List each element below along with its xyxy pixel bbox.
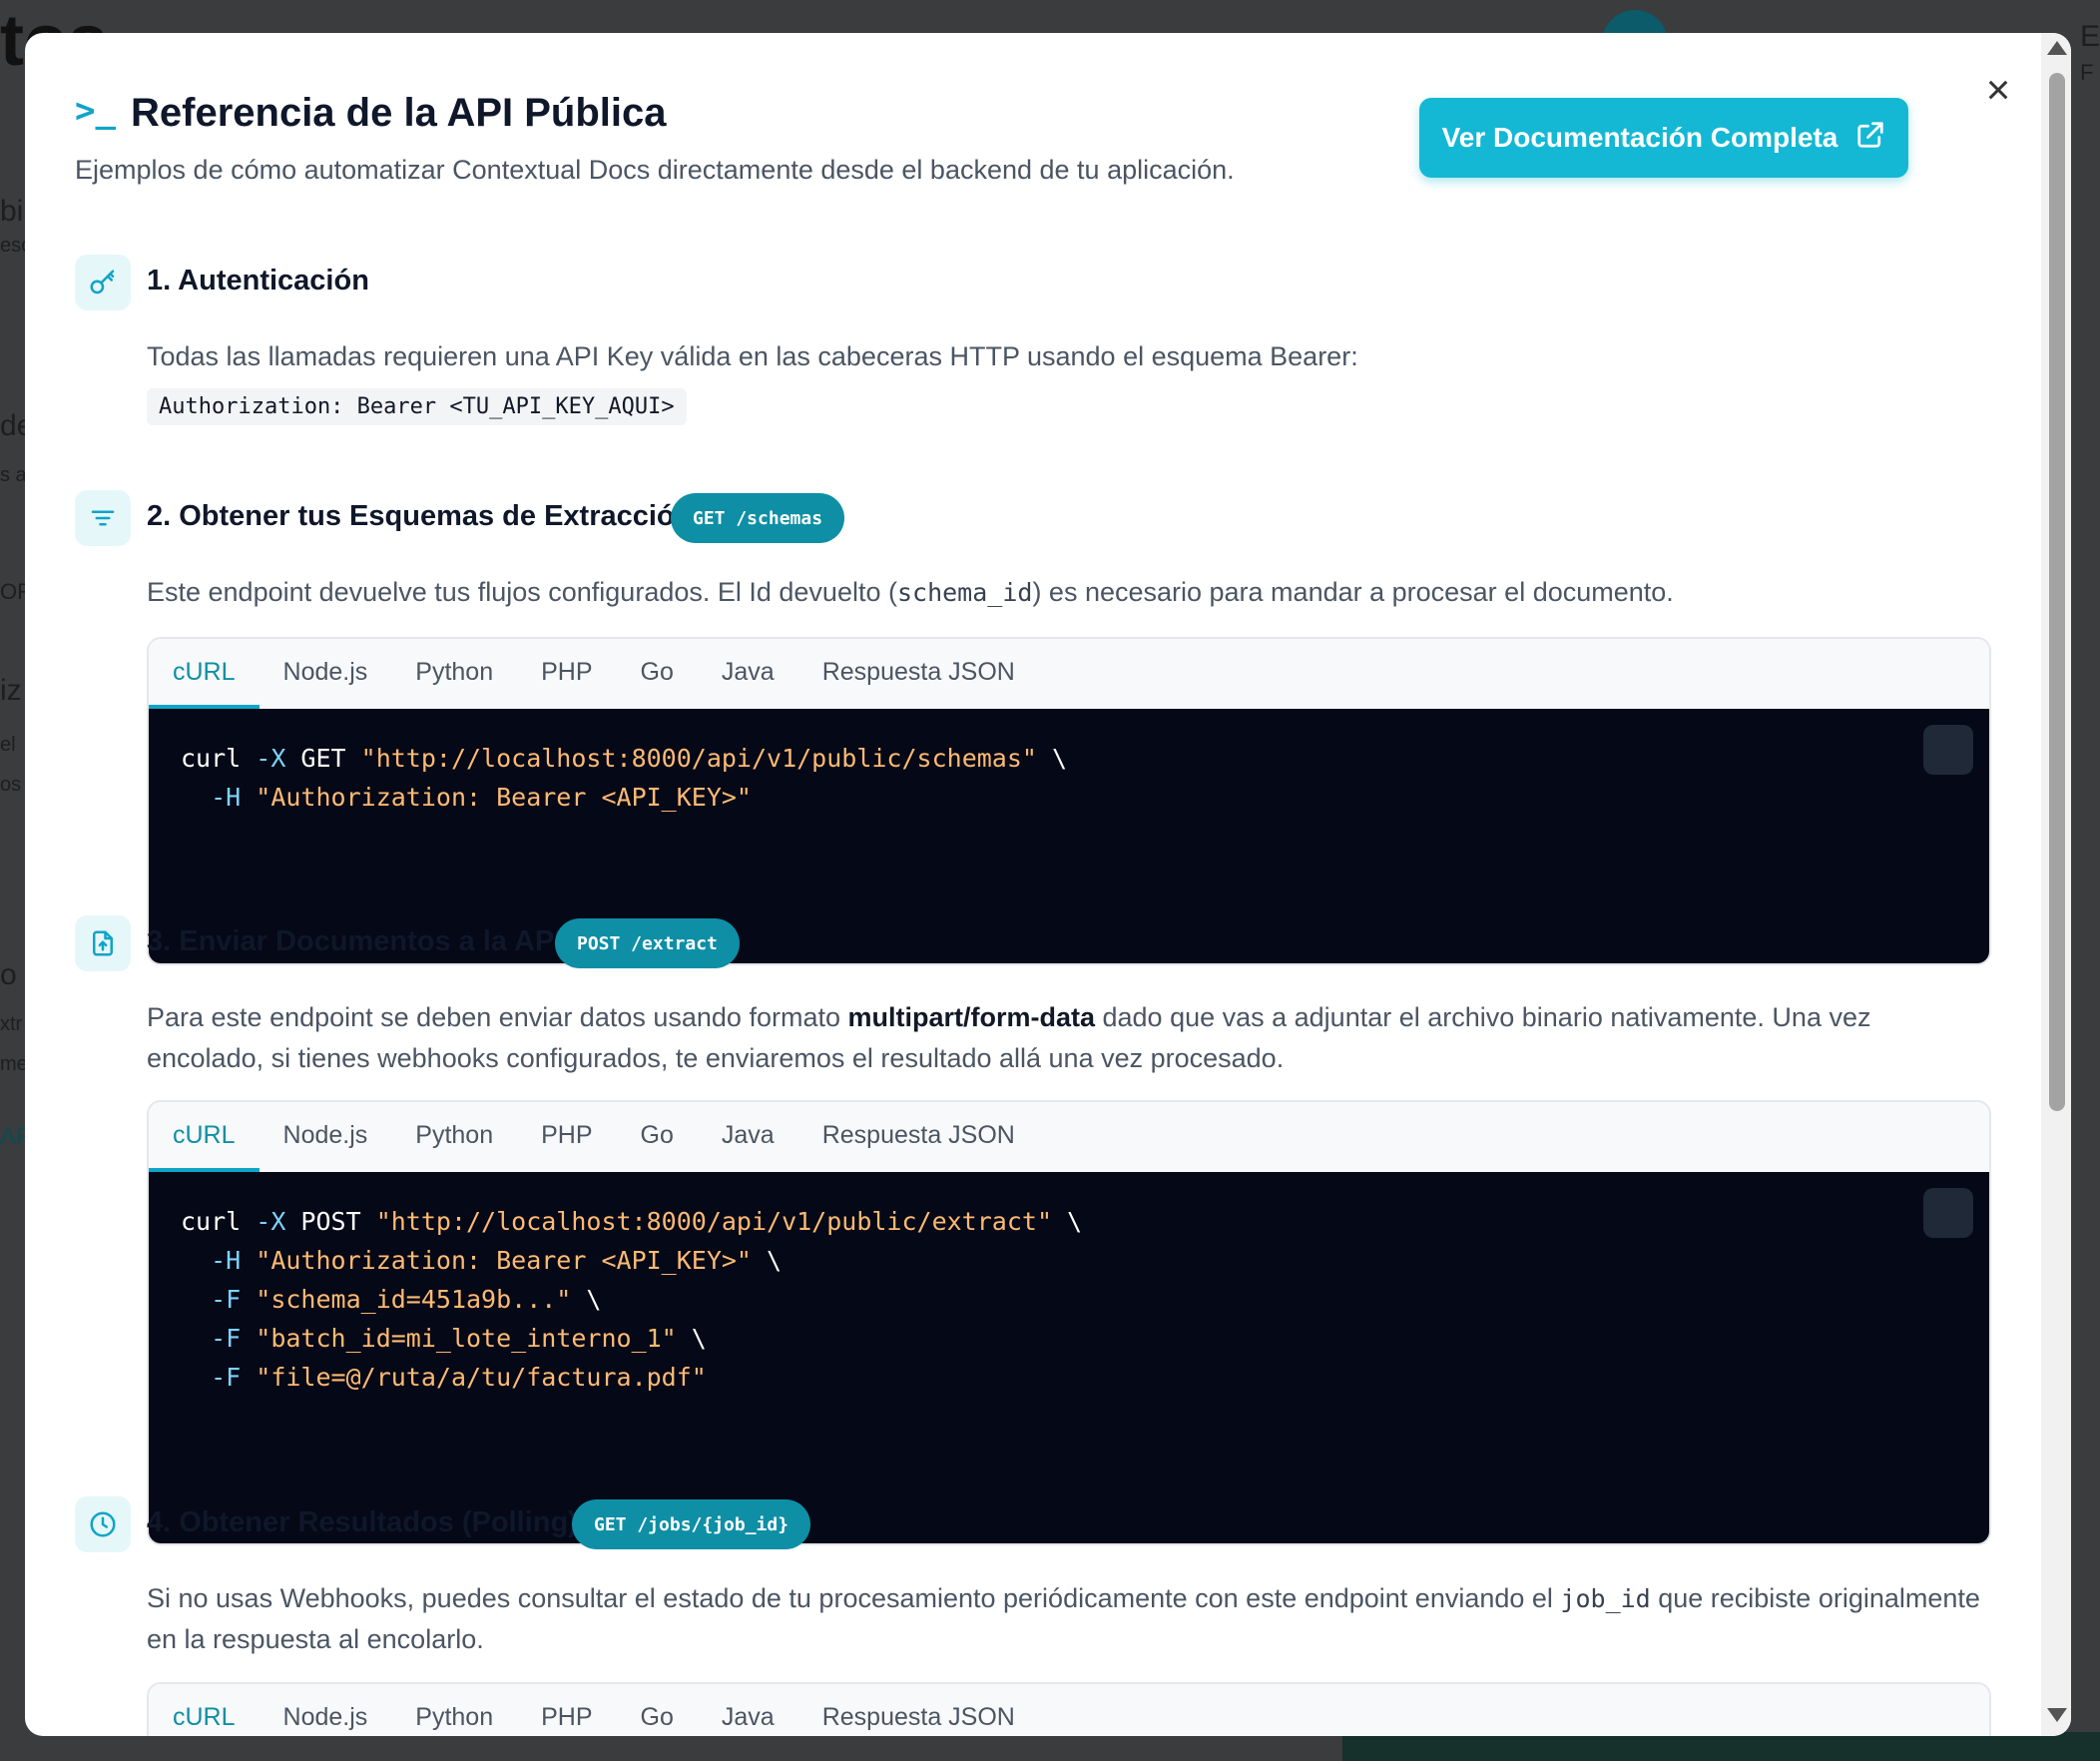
tab-php[interactable]: PHP [517, 1102, 616, 1172]
tab-go[interactable]: Go [617, 1102, 698, 1172]
desc-text: Si no usas Webhooks, puedes consultar el… [147, 1583, 1561, 1613]
section-title: 2. Obtener tus Esquemas de Extracción [147, 500, 693, 532]
background-text: xtr [0, 1013, 23, 1035]
background-text: os [0, 774, 22, 796]
tab-json-response[interactable]: Respuesta JSON [798, 1684, 1039, 1736]
tab-java[interactable]: Java [698, 639, 798, 709]
desc-code: job_id [1560, 1584, 1651, 1613]
tab-php[interactable]: PHP [517, 639, 616, 709]
tab-json-response[interactable]: Respuesta JSON [798, 1102, 1039, 1172]
code-line: -H "Authorization: Bearer <API_KEY>" [211, 783, 752, 812]
modal-title: Referencia de la API Pública [131, 91, 667, 135]
tab-go[interactable]: Go [617, 639, 698, 709]
background-text: o [0, 958, 17, 991]
tab-nodejs[interactable]: Node.js [260, 639, 392, 709]
code-line: -H "Authorization: Bearer <API_KEY>" \ [211, 1246, 783, 1275]
filter-icon [75, 490, 131, 546]
tab-nodejs[interactable]: Node.js [260, 1684, 392, 1736]
tab-curl[interactable]: cURL [149, 1684, 260, 1736]
background-text: iz [0, 674, 22, 707]
section-description: Todas las llamadas requieren una API Key… [147, 341, 1358, 371]
scroll-thumb[interactable] [2049, 73, 2065, 1111]
code-line: -F "batch_id=mi_lote_interno_1" \ [211, 1324, 707, 1353]
tab-json-response[interactable]: Respuesta JSON [798, 639, 1039, 709]
scroll-down-icon[interactable] [2047, 1708, 2067, 1722]
code-panel: cURL Node.js Python PHP Go Java Respuest… [147, 1682, 1991, 1736]
endpoint-badge: GET /jobs/{job_id} [572, 1499, 811, 1549]
copy-icon [1845, 1155, 1989, 1272]
code-block: curl -X POST "http://localhost:8000/api/… [149, 1172, 1989, 1543]
clock-icon [75, 1496, 131, 1552]
language-tabs: cURL Node.js Python PHP Go Java Respuest… [149, 1102, 1989, 1172]
copy-code-button[interactable] [1923, 1188, 1973, 1238]
api-reference-modal: >_ Referencia de la API Pública Ejemplos… [25, 33, 2071, 1736]
view-full-docs-button[interactable]: Ver Documentación Completa [1419, 98, 1908, 178]
tab-python[interactable]: Python [391, 1684, 517, 1736]
desc-text: ) es necesario para mandar a procesar el… [1032, 577, 1674, 607]
code-line: curl -X GET "http://localhost:8000/api/v… [181, 744, 1068, 773]
tab-go[interactable]: Go [617, 1684, 698, 1736]
tab-php[interactable]: PHP [517, 1684, 616, 1736]
copy-code-button[interactable] [1923, 725, 1973, 775]
tab-java[interactable]: Java [698, 1684, 798, 1736]
endpoint-badge: POST /extract [555, 918, 740, 968]
file-upload-icon [75, 915, 131, 971]
code-line: curl -X POST "http://localhost:8000/api/… [181, 1207, 1083, 1236]
external-link-icon [1855, 120, 1885, 157]
scroll-up-icon[interactable] [2047, 41, 2067, 55]
language-tabs: cURL Node.js Python PHP Go Java Respuest… [149, 1684, 1989, 1736]
background-text: F [2080, 60, 2094, 85]
tab-python[interactable]: Python [391, 639, 517, 709]
section-description: Si no usas Webhooks, puedes consultar el… [147, 1578, 1993, 1660]
background-text: E [2080, 20, 2100, 53]
modal-content: >_ Referencia de la API Pública Ejemplos… [25, 33, 2041, 1736]
section-description: Para este endpoint se deben enviar datos… [147, 997, 1993, 1079]
tab-python[interactable]: Python [391, 1102, 517, 1172]
background-text: el [0, 734, 16, 756]
section-title: 3. Enviar Documentos a la API [147, 925, 563, 957]
code-line: -F "schema_id=451a9b..." \ [211, 1285, 602, 1314]
close-button[interactable]: × [1973, 65, 2023, 115]
tab-curl[interactable]: cURL [149, 1102, 260, 1172]
code-panel: cURL Node.js Python PHP Go Java Respuest… [147, 637, 1991, 965]
doc-button-label: Ver Documentación Completa [1441, 122, 1838, 153]
code-panel: cURL Node.js Python PHP Go Java Respuest… [147, 1100, 1991, 1545]
copy-icon [1845, 692, 1989, 809]
key-icon [75, 255, 131, 310]
modal-subtitle: Ejemplos de cómo automatizar Contextual … [75, 155, 1235, 185]
tab-nodejs[interactable]: Node.js [260, 1102, 392, 1172]
endpoint-badge: GET /schemas [671, 493, 845, 543]
scrollbar[interactable] [2041, 33, 2071, 1736]
background-text: me [0, 1053, 28, 1075]
background-bar [1342, 1732, 2100, 1761]
desc-code: schema_id [896, 578, 1033, 607]
tab-java[interactable]: Java [698, 1102, 798, 1172]
terminal-icon: >_ [75, 91, 116, 131]
tab-curl[interactable]: cURL [149, 639, 260, 709]
auth-header-code: Authorization: Bearer <TU_API_KEY_AQUI> [147, 388, 687, 425]
code-line: -F "file=@/ruta/a/tu/factura.pdf" [211, 1363, 707, 1392]
section-description: Este endpoint devuelve tus flujos config… [147, 572, 1993, 613]
background-text: s a [0, 464, 27, 486]
desc-bold: multipart/form-data [847, 1002, 1095, 1032]
desc-text: Para este endpoint se deben enviar datos… [147, 1002, 848, 1032]
language-tabs: cURL Node.js Python PHP Go Java Respuest… [149, 639, 1989, 709]
desc-text: Este endpoint devuelve tus flujos config… [147, 577, 897, 607]
section-title: 4. Obtener Resultados (Polling) [147, 1506, 578, 1538]
section-title: 1. Autenticación [147, 265, 369, 296]
